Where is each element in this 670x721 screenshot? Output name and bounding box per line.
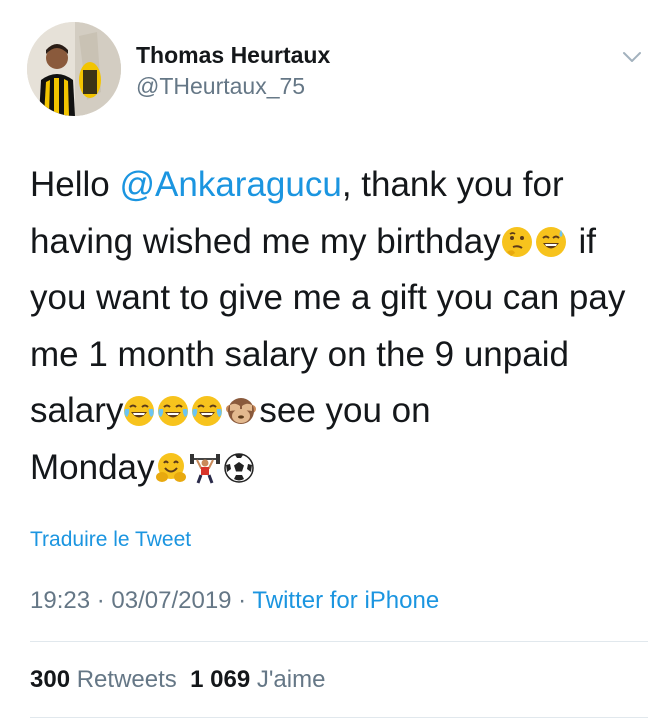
meta-separator: · <box>90 587 112 614</box>
tweet-line: Hello @Ankaragucu, thank you for <box>30 157 642 214</box>
weightlifter-emoji-icon <box>189 453 220 484</box>
tweet-line: you want to give me a gift you can pay <box>30 278 626 317</box>
joy-emoji-icon <box>158 396 189 426</box>
tweet-line: Monday <box>30 440 642 497</box>
tweet-text-segment: Hello <box>30 165 120 204</box>
tweet-line: me 1 month salary on the 9 unpaid <box>30 334 569 374</box>
divider <box>30 717 648 718</box>
thinking-face-emoji-icon <box>501 226 532 257</box>
likes-stat[interactable]: 1 069 J'aime <box>190 666 325 693</box>
tweet-text-segment: , thank you for <box>341 165 564 204</box>
chevron-down-icon[interactable] <box>621 46 643 68</box>
avatar[interactable] <box>27 22 121 116</box>
tweet-text-segment: Monday <box>30 447 155 487</box>
translate-tweet-link[interactable]: Traduire le Tweet <box>30 528 191 552</box>
tweet-header: Thomas Heurtaux @THeurtaux_75 <box>27 22 647 122</box>
tweet-text-segment: having wished me my birthday <box>30 221 501 261</box>
retweets-label: Retweets <box>76 666 177 693</box>
tweet-stats: 300 Retweets 1 069 J'aime <box>30 666 325 694</box>
likes-count: 1 069 <box>190 666 251 693</box>
joy-emoji-icon <box>192 396 223 426</box>
tweet-date[interactable]: 03/07/2019 <box>111 587 231 614</box>
soccer-ball-emoji-icon <box>223 452 254 483</box>
sweat-smile-emoji-icon <box>535 226 566 257</box>
see-no-evil-monkey-emoji-icon <box>226 398 257 424</box>
likes-label: J'aime <box>256 666 326 693</box>
avatar-image <box>27 22 121 116</box>
tweet-line: having wished me my birthday if <box>30 214 642 271</box>
author-handle[interactable]: @THeurtaux_75 <box>136 73 305 100</box>
tweet-meta: 19:23 · 03/07/2019 · Twitter for iPhone <box>30 587 439 615</box>
hugging-face-emoji-icon <box>155 452 186 482</box>
joy-emoji-icon <box>124 396 155 426</box>
retweets-stat[interactable]: 300 Retweets <box>30 666 177 693</box>
mention-link[interactable]: @Ankaragucu <box>119 165 341 204</box>
tweet-text-segment: salary <box>30 391 124 430</box>
divider <box>30 641 648 642</box>
meta-separator: · <box>231 587 253 614</box>
tweet-time[interactable]: 19:23 <box>30 587 90 614</box>
tweet-text-segment: if <box>568 221 597 261</box>
tweet-source-link[interactable]: Twitter for iPhone <box>252 587 439 614</box>
tweet-line: salary see you on <box>30 383 642 440</box>
retweets-count: 300 <box>30 666 71 693</box>
tweet-text: Hello @Ankaragucu, thank you for having … <box>30 157 642 496</box>
tweet-text-segment: see you on <box>259 391 431 430</box>
author-name[interactable]: Thomas Heurtaux <box>136 42 330 69</box>
